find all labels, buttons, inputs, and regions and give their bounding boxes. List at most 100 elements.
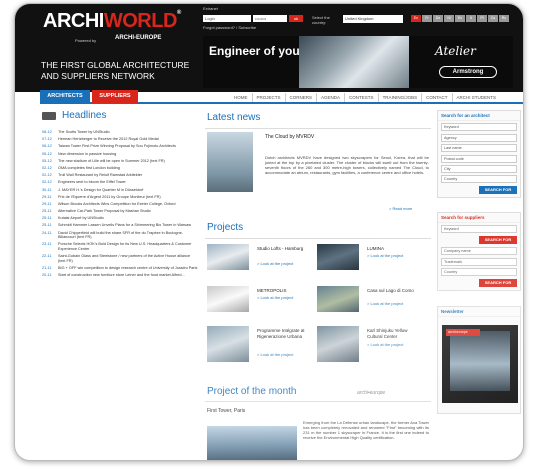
keyword-field[interactable]: Keyword [441, 123, 517, 132]
news-title[interactable]: Start of construction new furniture stor… [58, 273, 185, 278]
list-item[interactable]: 25-11 Schmidt Hammer Lassen Unveils Plans… [42, 223, 198, 228]
lang-pt[interactable]: Pt [477, 15, 487, 22]
news-title[interactable]: Alternative Car-Park Tower Proposal by M… [58, 209, 151, 214]
search-architect-button[interactable]: SEARCH FOR [479, 186, 517, 195]
tab-architects[interactable]: ARCHITECTS [40, 90, 90, 103]
list-item[interactable]: 05-12 The new stadium of Lille will be op… [42, 159, 198, 164]
list-item[interactable]: 23-11 Porsche Selects HOK's Bold Design f… [42, 242, 198, 251]
project-image[interactable] [207, 286, 249, 312]
news-title[interactable]: Herman Hertzberger to Receive the 2012 R… [58, 137, 159, 142]
project-link[interactable]: > Look at the project [367, 253, 403, 258]
list-item[interactable]: 07-12 Herman Hertzberger to Receive the 2… [42, 137, 198, 142]
password-input[interactable]: •••••••• [253, 15, 287, 22]
menu-training-jobs[interactable]: TRAINING/JOBS [377, 93, 422, 102]
forgot-password-link[interactable]: Forgot password? / Subscribe [203, 25, 256, 30]
last-name-field[interactable]: Last name [441, 144, 517, 153]
supplier-keyword-field[interactable]: Keyword [441, 225, 517, 234]
lang-cs[interactable]: Cs [488, 15, 498, 22]
menu-archi-students[interactable]: ARCHI STUDENTS [451, 93, 501, 102]
news-title[interactable]: Engineers sent to bloom the Eiffel Tower [58, 180, 126, 185]
list-item[interactable]: 22-11 Saint-Gobain Glass and Steelstone /… [42, 254, 198, 263]
project-link[interactable]: > Look at the project [257, 261, 293, 266]
latest-news-item-title[interactable]: The Cloud by MVRDV [265, 134, 314, 140]
ad-banner[interactable]: Engineer of your creative vision Atelier… [203, 36, 513, 88]
lang-en[interactable]: En [411, 15, 421, 22]
menu-corners[interactable]: CORNERS [284, 93, 317, 102]
project-link[interactable]: > Look at the project [367, 301, 403, 306]
news-title[interactable]: New dimension in passive housing [58, 152, 116, 157]
project-name[interactable]: Karl Shinjuku Yellow Cultural Center [367, 328, 422, 339]
project-link[interactable]: > Look at the project [257, 295, 293, 300]
list-item[interactable]: 30-11 J. MAYER H.'s Design for Quartier M… [42, 188, 198, 193]
project-name[interactable]: METROPOLIS [257, 288, 312, 294]
menu-contact[interactable]: CONTACT [421, 93, 451, 102]
project-name[interactable]: Studio Lofts - Hamburg [257, 246, 312, 252]
newsletter-image[interactable]: archi•europe [442, 325, 518, 403]
trademark-field[interactable]: Trademark [441, 257, 517, 266]
postal-code-field[interactable]: Postal code [441, 154, 517, 163]
news-title[interactable]: Schmidt Hammer Lassen Unveils Plans for … [58, 223, 191, 228]
tab-suppliers[interactable]: SUPPLIERS [92, 90, 138, 103]
list-item[interactable]: 02-12 Troll Wall Restaurant by Reiulf Ram… [42, 173, 198, 178]
list-item[interactable]: 20-11 Start of construction new furniture… [42, 273, 198, 278]
project-of-month-item-title[interactable]: First Tower, Paris [207, 408, 245, 414]
lang-es[interactable]: Es [455, 15, 465, 22]
supplier-country-field[interactable]: Country [441, 268, 517, 277]
agency-field[interactable]: Agency [441, 133, 517, 142]
partner-logo[interactable]: ARCHI-EUROPE [115, 35, 161, 41]
news-title[interactable]: Taiwan Tower First Prize Winning Proposa… [58, 144, 176, 149]
news-title[interactable]: BIG + OFF win competition to design rese… [58, 266, 197, 271]
news-title[interactable]: Prix de l'Equerre d'Argent 2011 by Group… [58, 195, 161, 200]
list-item[interactable]: 25-11 Alternative Car-Park Tower Proposal… [42, 209, 198, 214]
list-item[interactable]: 29-11 Prix de l'Equerre d'Argent 2011 by … [42, 195, 198, 200]
list-item[interactable]: 08-12 The Scotts Tower by UNStudio [42, 130, 198, 135]
list-item[interactable]: 25-11 Kutaisi Airport by UNStudio [42, 216, 198, 221]
project-image[interactable] [207, 244, 249, 270]
list-item[interactable]: 05-12 New dimension in passive housing [42, 152, 198, 157]
lang-de[interactable]: De [433, 15, 443, 22]
project-image[interactable] [317, 326, 359, 362]
project-image[interactable] [317, 244, 359, 270]
project-name[interactable]: Casa sul Lago di Como [367, 288, 422, 294]
news-title[interactable]: The Scotts Tower by UNStudio [58, 130, 110, 135]
list-item[interactable]: 06-12 Taiwan Tower First Prize Winning Pr… [42, 144, 198, 149]
project-image[interactable] [317, 286, 359, 312]
news-title[interactable]: J. MAYER H.'s Design for Quartier M in D… [58, 188, 143, 193]
site-logo[interactable]: ARCHIWORLD® [43, 10, 181, 33]
latest-news-image[interactable] [207, 132, 253, 192]
country-select[interactable]: United Kingdom [343, 15, 403, 23]
list-item[interactable]: 02-12 OMA completes first London building [42, 166, 198, 171]
login-input[interactable]: Login [203, 15, 251, 22]
news-title[interactable]: David Chipperfield will build the share … [58, 231, 198, 240]
read-more-link[interactable]: > Read more [389, 206, 412, 211]
lang-ru[interactable]: Ru [499, 15, 509, 22]
list-item[interactable]: 24-11 David Chipperfield will build the s… [42, 231, 198, 240]
list-item[interactable]: 21-11 BIG + OFF win competition to design… [42, 266, 198, 271]
menu-agenda[interactable]: AGENDA [316, 93, 344, 102]
project-of-month-image[interactable] [207, 426, 297, 460]
news-title[interactable]: Troll Wall Restaurant by Reiulf Ramstad … [58, 173, 142, 178]
news-title[interactable]: Porsche Selects HOK's Bold Design for it… [58, 242, 198, 251]
list-item[interactable]: 29-11 Wilson Brooks Architects Wins Compe… [42, 202, 198, 207]
news-title[interactable]: The new stadium of Lille will be open in… [58, 159, 165, 164]
menu-contests[interactable]: CONTESTS [344, 93, 378, 102]
search-suppliers-button[interactable]: SEARCH FOR [479, 279, 517, 288]
news-title[interactable]: Wilson Brooks Architects Wins Competitio… [58, 202, 176, 207]
lang-fr[interactable]: Fr [422, 15, 432, 22]
menu-projects[interactable]: PROJECTS [251, 93, 285, 102]
news-title[interactable]: OMA completes first London building [58, 166, 120, 171]
news-title[interactable]: Saint-Gobain Glass and Steelstone / new … [58, 254, 198, 263]
login-ok-button[interactable]: ok [289, 15, 303, 22]
search-suppliers-keyword-button[interactable]: SEARCH FOR [479, 236, 517, 245]
news-title[interactable]: Kutaisi Airport by UNStudio [58, 216, 104, 221]
company-name-field[interactable]: Company name [441, 247, 517, 256]
country-field[interactable]: Country [441, 175, 517, 184]
list-item[interactable]: 02-12 Engineers sent to bloom the Eiffel … [42, 180, 198, 185]
project-name[interactable]: Programme Intégrate at Rigenerazione Urb… [257, 328, 312, 339]
lang-nl[interactable]: Nl [444, 15, 454, 22]
project-link[interactable]: > Look at the project [367, 342, 403, 347]
city-field[interactable]: City [441, 164, 517, 173]
project-name[interactable]: LUMINA [367, 246, 422, 252]
project-image[interactable] [207, 326, 249, 362]
menu-home[interactable]: HOME [230, 93, 252, 102]
